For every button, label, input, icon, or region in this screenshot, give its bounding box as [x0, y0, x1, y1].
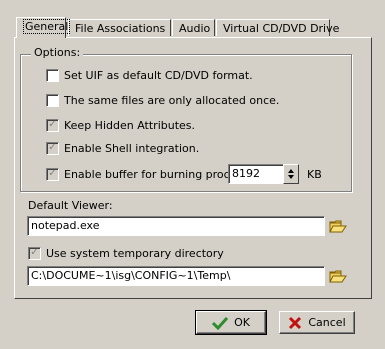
- check-mark-icon: ✓: [48, 119, 57, 130]
- check-mark-icon: ✓: [30, 247, 39, 258]
- default-viewer-input[interactable]: notepad.exe: [27, 216, 325, 236]
- checkbox-uif-default-label: Set UIF as default CD/DVD format.: [64, 68, 253, 82]
- options-group-label: Options:: [31, 46, 84, 59]
- temp-directory-input[interactable]: C:\DOCUME~1\isg\CONFIG~1\Temp\: [27, 266, 325, 286]
- checkbox-buffer-label: Enable buffer for burning process: [64, 167, 248, 181]
- browse-folder-icon[interactable]: [329, 218, 347, 234]
- buffer-unit-label: KB: [307, 168, 322, 181]
- spin-up-icon[interactable]: [288, 169, 294, 173]
- checkbox-system-temp[interactable]: ✓: [28, 246, 41, 260]
- checkbox-row-hidden-attributes[interactable]: ✓ Keep Hidden Attributes.: [46, 117, 195, 133]
- checkbox-system-temp-label: Use system temporary directory: [46, 246, 224, 260]
- checkbox-same-files[interactable]: [46, 93, 59, 107]
- default-viewer-label: Default Viewer:: [28, 199, 113, 212]
- checkbox-row-system-temp[interactable]: ✓ Use system temporary directory: [28, 245, 224, 261]
- tab-virtual-drive-label: Virtual CD/DVD Drive: [223, 22, 340, 35]
- browse-folder-icon[interactable]: [329, 268, 347, 284]
- tab-general[interactable]: General: [16, 17, 71, 38]
- check-mark-icon: ✓: [48, 142, 57, 153]
- tab-virtual-drive[interactable]: Virtual CD/DVD Drive: [216, 19, 339, 36]
- check-icon: [212, 316, 229, 330]
- ok-button[interactable]: OK: [195, 310, 267, 335]
- x-icon: [289, 316, 302, 329]
- spin-down-icon[interactable]: [288, 175, 294, 179]
- tab-audio-label: Audio: [179, 22, 211, 35]
- checkbox-shell-integration[interactable]: ✓: [46, 141, 59, 155]
- tab-file-associations[interactable]: File Associations: [68, 19, 171, 36]
- cancel-button[interactable]: Cancel: [279, 311, 355, 334]
- ok-button-label: OK: [234, 316, 250, 329]
- checkbox-uif-default[interactable]: [46, 68, 59, 82]
- tab-audio[interactable]: Audio: [172, 19, 215, 36]
- buffer-size-input[interactable]: 8192: [228, 164, 284, 184]
- check-mark-icon: ✓: [48, 168, 57, 179]
- tab-file-associations-label: File Associations: [75, 22, 166, 35]
- checkbox-hidden-attributes-label: Keep Hidden Attributes.: [64, 118, 196, 132]
- checkbox-row-buffer[interactable]: ✓ Enable buffer for burning process: [46, 166, 248, 182]
- checkbox-row-shell-integration[interactable]: ✓ Enable Shell integration.: [46, 140, 199, 156]
- checkbox-row-same-files[interactable]: The same files are only allocated once.: [46, 92, 279, 108]
- checkbox-hidden-attributes[interactable]: ✓: [46, 118, 59, 132]
- tab-general-label: General: [23, 19, 71, 34]
- checkbox-shell-integration-label: Enable Shell integration.: [64, 141, 200, 155]
- checkbox-row-uif-default[interactable]: Set UIF as default CD/DVD format.: [46, 67, 253, 83]
- checkbox-buffer[interactable]: ✓: [46, 167, 59, 181]
- checkbox-same-files-label: The same files are only allocated once.: [64, 93, 280, 107]
- buffer-size-spinner[interactable]: [283, 164, 299, 184]
- cancel-button-label: Cancel: [308, 316, 346, 329]
